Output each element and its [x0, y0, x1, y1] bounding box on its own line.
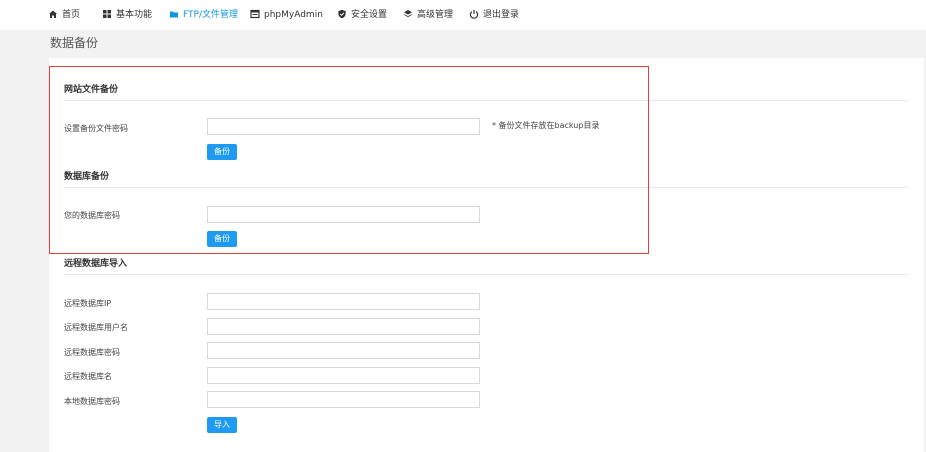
top-nav: 首页 基本功能 FTP/文件管理 phpMyAdmin 安全设置 高级管理 退出… [0, 0, 926, 30]
remote-password-label: 远程数据库密码 [64, 348, 120, 357]
remote-password-input[interactable] [207, 342, 480, 359]
nav-item-label: 首页 [62, 10, 81, 20]
db-password-label: 您的数据库密码 [64, 211, 120, 220]
folder-icon [170, 11, 178, 18]
nav-item-security[interactable]: 安全设置 [337, 0, 387, 30]
backup-password-label: 设置备份文件密码 [64, 124, 128, 133]
local-db-password-label: 本地数据库密码 [64, 397, 120, 406]
nav-item-label: 高级管理 [417, 10, 454, 20]
page-title: 数据备份 [50, 36, 99, 50]
remote-ip-input[interactable] [207, 293, 480, 310]
nav-item-phpmyadmin[interactable]: phpMyAdmin [250, 0, 323, 30]
nav-item-label: 基本功能 [116, 10, 153, 20]
remote-ip-label: 远程数据库IP [64, 299, 112, 308]
remote-dbname-label: 远程数据库名 [64, 372, 112, 381]
remote-user-label: 远程数据库用户名 [64, 323, 128, 332]
db-password-input[interactable] [207, 206, 480, 223]
home-icon [49, 10, 57, 18]
nav-item-logout[interactable]: 退出登录 [469, 0, 519, 30]
backup-password-input[interactable] [207, 118, 480, 135]
database-window-icon [250, 9, 260, 19]
power-icon [469, 9, 479, 19]
section-divider [64, 187, 908, 188]
site-backup-button[interactable]: 备份 [207, 144, 237, 160]
import-button[interactable]: 导入 [207, 417, 237, 433]
nav-item-label: 退出登录 [483, 10, 520, 20]
nav-item-home[interactable]: 首页 [48, 0, 80, 30]
remote-import-title: 远程数据库导入 [64, 259, 128, 269]
site-backup-title: 网站文件备份 [64, 85, 119, 95]
db-backup-title: 数据库备份 [64, 172, 110, 182]
remote-user-input[interactable] [207, 318, 480, 335]
db-backup-button[interactable]: 备份 [207, 231, 237, 247]
remote-dbname-input[interactable] [207, 367, 480, 384]
nav-item-ftp[interactable]: FTP/文件管理 [169, 0, 238, 30]
grid-icon [103, 10, 111, 18]
nav-item-label: phpMyAdmin [264, 10, 323, 20]
layers-icon [404, 10, 412, 18]
content-panel [49, 58, 924, 452]
nav-item-basic[interactable]: 基本功能 [102, 0, 152, 30]
backup-location-hint: * 备份文件存放在backup目录 [492, 121, 600, 130]
local-db-password-input[interactable] [207, 391, 480, 408]
nav-item-label: 安全设置 [351, 10, 388, 20]
shield-icon [338, 9, 346, 19]
nav-item-advanced[interactable]: 高级管理 [403, 0, 453, 30]
section-divider [64, 100, 908, 101]
section-divider [64, 274, 908, 275]
nav-item-label: FTP/文件管理 [183, 10, 238, 20]
